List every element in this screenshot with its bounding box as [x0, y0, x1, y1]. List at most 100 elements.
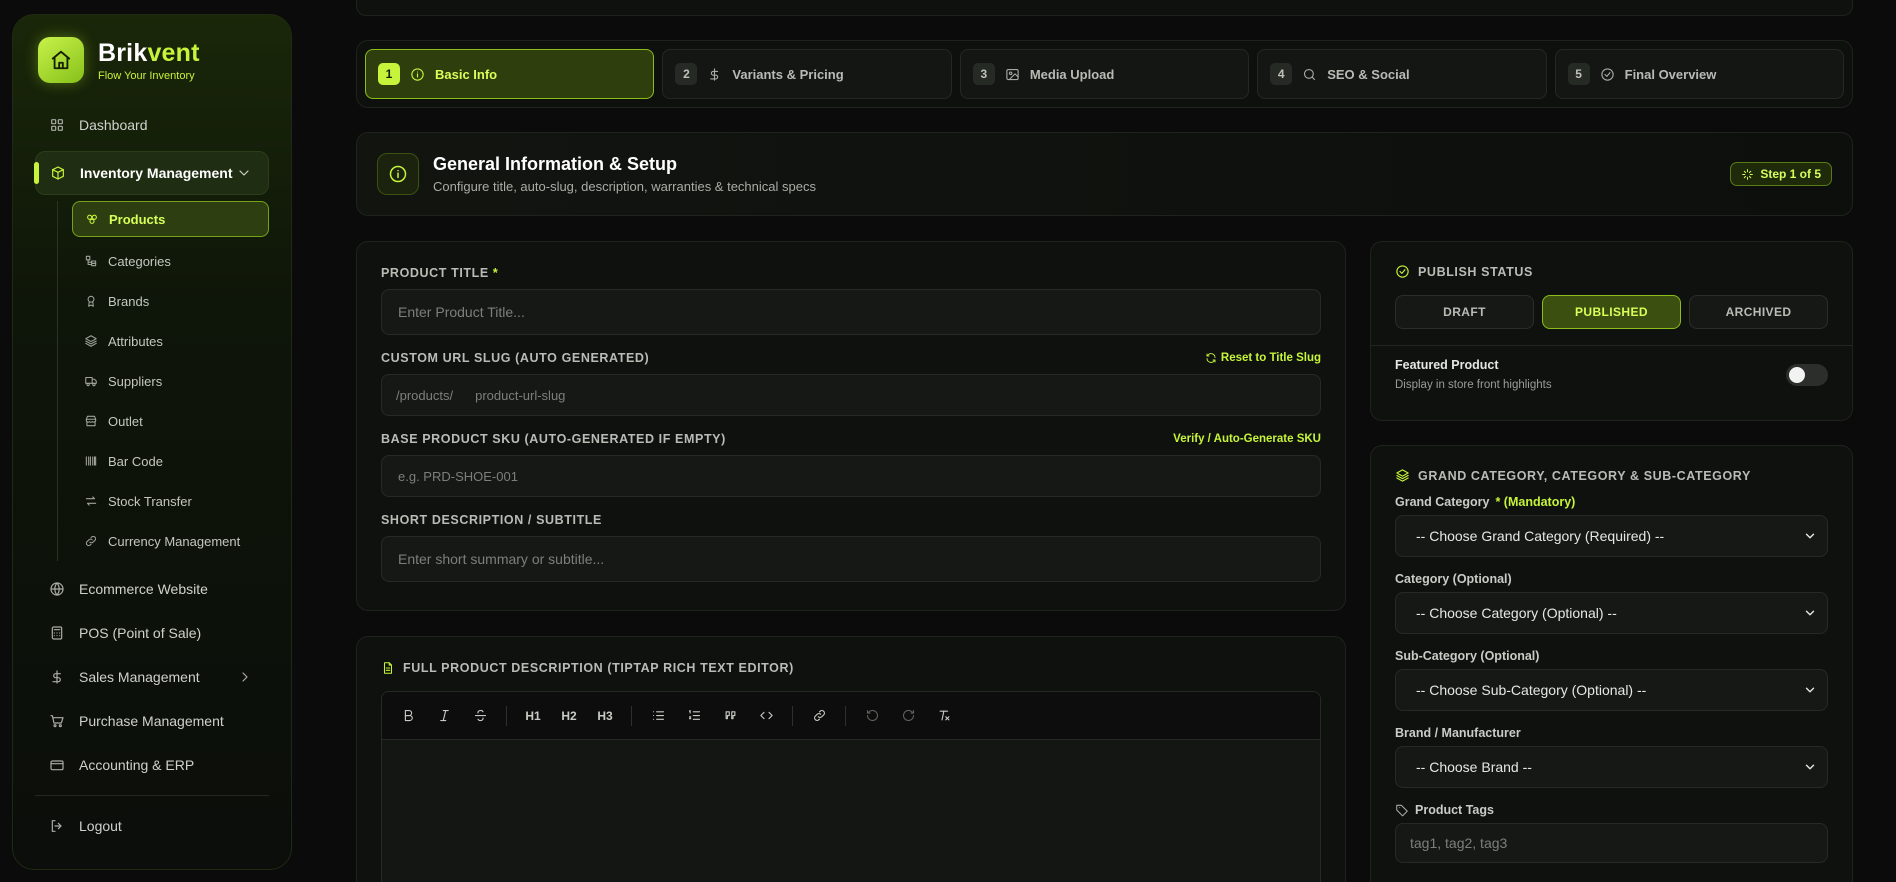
chevron-down-icon [1805, 610, 1815, 616]
status-archived-button[interactable]: ARCHIVED [1689, 295, 1828, 329]
product-tags-label: Product Tags [1395, 803, 1828, 817]
step-number: 1 [378, 63, 400, 85]
sidebar-subitem-currency[interactable]: Currency Management [72, 521, 269, 561]
link-button[interactable] [803, 700, 835, 732]
sub-category-select[interactable]: -- Choose Sub-Category (Optional) -- [1395, 669, 1828, 711]
toolbar-divider [506, 705, 507, 726]
search-icon [1304, 68, 1316, 80]
sidebar-item-pos[interactable]: POS (Point of Sale) [35, 611, 269, 655]
inventory-submenu: Products Categories Brands Attributes Su… [57, 201, 269, 561]
brand-tagline: Flow Your Inventory [98, 69, 195, 82]
step-basic-info[interactable]: 1 Basic Info [365, 49, 655, 99]
clear-format-button[interactable] [928, 700, 960, 732]
grand-category-label: Grand Category * (Mandatory) [1395, 495, 1576, 509]
box-icon [52, 166, 64, 180]
globe-icon [50, 582, 64, 596]
heading3-button[interactable]: H3 [589, 700, 621, 732]
products-icon [87, 214, 97, 224]
heading2-button[interactable]: H2 [553, 700, 585, 732]
page-subtitle: Configure title, auto-slug, description,… [433, 179, 816, 194]
sidebar-item-purchase[interactable]: Purchase Management [35, 699, 269, 743]
sidebar-item-dashboard[interactable]: Dashboard [35, 103, 269, 147]
sidebar-subitem-products[interactable]: Products [72, 201, 269, 237]
dollar-icon [52, 670, 61, 684]
sidebar: Brikvent Flow Your Inventory Dashboard I… [12, 14, 292, 870]
editor-title: FULL PRODUCT DESCRIPTION (TIPTAP RICH TE… [381, 661, 1321, 675]
verify-sku-button[interactable]: Verify / Auto-Generate SKU [1173, 433, 1321, 445]
sidebar-divider [35, 795, 269, 796]
category-card: GRAND CATEGORY, CATEGORY & SUB-CATEGORY … [1370, 445, 1853, 882]
redo-button[interactable] [892, 700, 924, 732]
status-published-button[interactable]: PUBLISHED [1542, 295, 1681, 329]
product-tags-input[interactable]: tag1, tag2, tag3 [1395, 823, 1828, 863]
step-number: 4 [1270, 63, 1293, 85]
sidebar-subitem-label: Suppliers [108, 373, 163, 389]
toolbar-divider [845, 705, 846, 726]
status-draft-button[interactable]: DRAFT [1395, 295, 1534, 329]
product-title-input[interactable] [381, 289, 1321, 335]
chevron-down-icon [239, 170, 249, 176]
editor-content[interactable] [382, 740, 1320, 882]
code-button[interactable] [750, 700, 782, 732]
italic-button[interactable] [428, 700, 460, 732]
step-final-overview[interactable]: 5 Final Overview [1554, 49, 1845, 99]
sidebar-item-ecommerce[interactable]: Ecommerce Website [35, 567, 269, 611]
brand-value: -- Choose Brand -- [1416, 759, 1532, 775]
divider [1371, 345, 1852, 346]
short-description-label: SHORT DESCRIPTION / SUBTITLE [381, 513, 602, 527]
logout-label: Logout [79, 818, 122, 834]
sidebar-item-label: Purchase Management [79, 713, 224, 729]
logout-icon [51, 820, 62, 832]
editor-title-text: FULL PRODUCT DESCRIPTION (TIPTAP RICH TE… [403, 661, 794, 675]
top-bar [356, 0, 1853, 16]
bold-button[interactable] [392, 700, 424, 732]
blockquote-button[interactable] [714, 700, 746, 732]
clear-format-icon [939, 710, 949, 721]
brand-select[interactable]: -- Choose Brand -- [1395, 746, 1828, 788]
sidebar-subitem-attributes[interactable]: Attributes [72, 321, 269, 361]
featured-product-toggle[interactable] [1786, 363, 1828, 386]
step-media-upload[interactable]: 3 Media Upload [959, 49, 1250, 99]
sidebar-subitem-brands[interactable]: Brands [72, 281, 269, 321]
rich-text-editor: H1 H2 H3 [381, 691, 1321, 882]
sidebar-item-inventory[interactable]: Inventory Management [34, 151, 269, 195]
bold-icon [404, 709, 413, 722]
home-logo-icon [38, 37, 84, 83]
step-variants-pricing[interactable]: 2 Variants & Pricing [662, 49, 952, 99]
sidebar-subitem-outlet[interactable]: Outlet [72, 401, 269, 441]
step-number: 5 [1567, 63, 1590, 85]
sidebar-item-sales[interactable]: Sales Management [35, 655, 269, 699]
toolbar-divider [631, 705, 632, 726]
code-icon [759, 711, 773, 720]
logout-button[interactable]: Logout [35, 804, 269, 848]
category-select[interactable]: -- Choose Category (Optional) -- [1395, 592, 1828, 634]
step-seo-social[interactable]: 4 SEO & Social [1257, 49, 1547, 99]
publish-status-title: PUBLISH STATUS [1395, 264, 1828, 279]
cart-icon [50, 715, 64, 728]
sku-input[interactable] [381, 455, 1321, 497]
sidebar-subitem-barcode[interactable]: Bar Code [72, 441, 269, 481]
step-label: SEO & Social [1327, 66, 1410, 82]
brand-label: Brand / Manufacturer [1395, 726, 1521, 740]
reset-slug-button[interactable]: Reset to Title Slug [1205, 352, 1321, 364]
sidebar-subitem-categories[interactable]: Categories [72, 241, 269, 281]
grand-category-select[interactable]: -- Choose Grand Category (Required) -- [1395, 515, 1828, 557]
strike-button[interactable] [464, 700, 496, 732]
featured-product-row: Featured Product Display in store front … [1395, 358, 1828, 391]
sidebar-subitem-stock-transfer[interactable]: Stock Transfer [72, 481, 269, 521]
bullet-list-button[interactable] [642, 700, 674, 732]
bullet-list-icon [652, 711, 664, 720]
heading1-button[interactable]: H1 [517, 700, 549, 732]
step-label: Basic Info [435, 66, 498, 82]
undo-button[interactable] [856, 700, 888, 732]
basic-info-form: PRODUCT TITLE * CUSTOM URL SLUG (AUTO GE… [356, 241, 1346, 611]
category-value: -- Choose Category (Optional) -- [1416, 605, 1617, 621]
short-description-input[interactable] [381, 536, 1321, 582]
check-circle-icon [1600, 67, 1614, 81]
slug-input[interactable] [475, 387, 1320, 403]
ordered-list-button[interactable] [678, 700, 710, 732]
step-badge: Step 1 of 5 [1730, 162, 1832, 186]
sidebar-item-accounting[interactable]: Accounting & ERP [35, 743, 269, 787]
sidebar-subitem-suppliers[interactable]: Suppliers [72, 361, 269, 401]
category-card-title-text: GRAND CATEGORY, CATEGORY & SUB-CATEGORY [1418, 468, 1751, 483]
